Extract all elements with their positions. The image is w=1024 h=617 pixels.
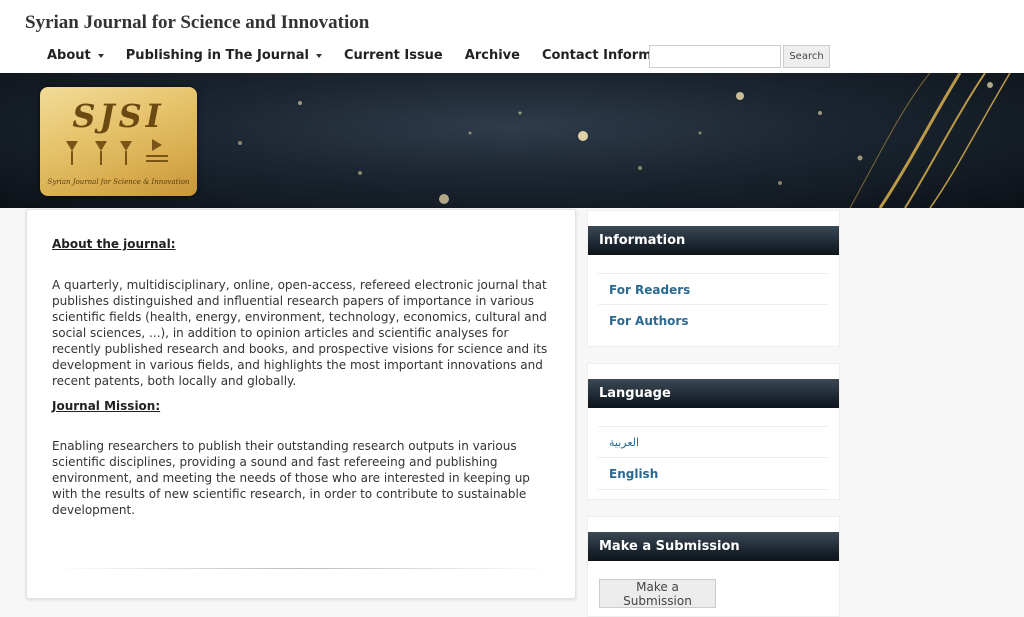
mission-text: Enabling researchers to publish their ou… <box>52 439 530 517</box>
search-input[interactable] <box>649 45 781 68</box>
submission-title: Make a Submission <box>588 532 839 561</box>
chevron-down-icon <box>315 53 322 58</box>
make-submission-button[interactable]: Make a Submission <box>599 579 716 608</box>
nav-archive[interactable]: Archive <box>465 48 520 63</box>
cuneiform-icon <box>66 139 168 165</box>
language-block: Language العربية English <box>587 363 840 500</box>
link-for-authors[interactable]: For Authors <box>609 314 688 328</box>
logo-text: SJSI <box>72 97 165 135</box>
nav-current-issue-label: Current Issue <box>343 48 443 63</box>
chevron-down-icon <box>97 53 104 58</box>
nav-current-issue[interactable]: Current Issue <box>344 48 443 63</box>
language-title: Language <box>588 379 839 408</box>
nav-publishing[interactable]: Publishing in The Journal <box>126 48 322 63</box>
divider <box>598 457 829 458</box>
main-nav: About Publishing in The Journal Current … <box>47 48 689 63</box>
nav-publishing-label: Publishing in The Journal <box>125 48 309 63</box>
about-text: A quarterly, multidisciplinary, online, … <box>52 278 548 388</box>
link-for-readers[interactable]: For Readers <box>609 283 690 297</box>
journal-logo[interactable]: SJSI Syrian Journal for Science & Innova… <box>40 87 197 196</box>
nav-about[interactable]: About <box>47 48 104 63</box>
search-button[interactable]: Search <box>783 45 830 68</box>
language-english[interactable]: English <box>609 467 658 481</box>
divider <box>598 273 829 274</box>
nav-archive-label: Archive <box>464 48 520 63</box>
mission-heading: Journal Mission: <box>52 399 161 413</box>
nav-about-label: About <box>47 48 91 63</box>
divider <box>598 426 829 427</box>
divider <box>598 489 829 490</box>
divider <box>598 304 829 305</box>
site-title[interactable]: Syrian Journal for Science and Innovatio… <box>25 12 369 34</box>
main-content: About the journal: A quarterly, multidis… <box>26 209 576 599</box>
information-block: Information For Readers For Authors <box>587 210 840 347</box>
logo-subtitle: Syrian Journal for Science & Innovation <box>47 178 190 186</box>
submission-block: Make a Submission Make a Submission <box>587 516 840 617</box>
content-divider <box>52 568 550 569</box>
language-arabic[interactable]: العربية <box>609 436 639 449</box>
site-header: Syrian Journal for Science and Innovatio… <box>0 0 1024 73</box>
information-title: Information <box>588 226 839 255</box>
header-banner: SJSI Syrian Journal for Science & Innova… <box>0 73 1024 208</box>
about-heading: About the journal: <box>52 237 176 251</box>
